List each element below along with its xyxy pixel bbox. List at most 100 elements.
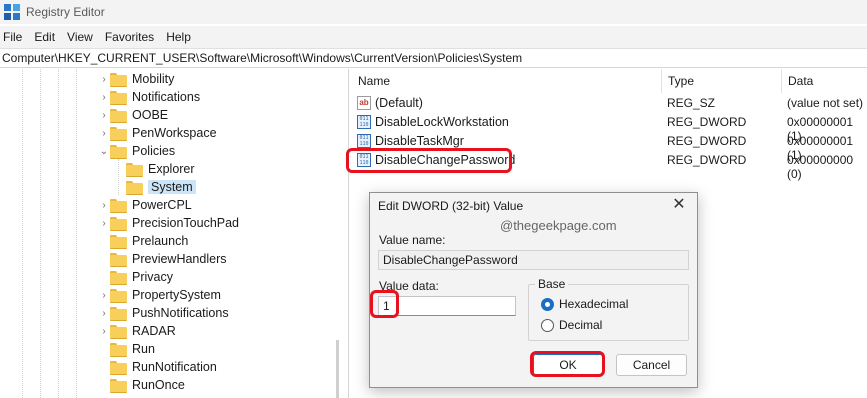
chevron-right-icon[interactable]: › [98,218,110,229]
folder-icon [110,234,127,249]
highlight-box [370,290,399,318]
column-header-data[interactable]: Data [781,69,867,93]
chevron-right-icon[interactable]: › [98,326,110,337]
tree-item-oobe[interactable]: › OOBE [98,106,168,124]
dword-value-icon: 011 110 [357,134,371,148]
value-name: DisableTaskMgr [375,134,464,148]
cancel-button[interactable]: Cancel [616,354,687,376]
folder-icon [110,144,127,159]
value-name-field[interactable]: DisableChangePassword [378,250,689,270]
folder-icon [110,270,127,285]
value-name-label: Value name: [379,233,446,247]
tree-item-runonce[interactable]: RunOnce [98,376,185,394]
highlight-box [530,351,605,377]
chevron-right-icon[interactable]: › [98,92,110,103]
radio-hexadecimal[interactable]: Hexadecimal [541,297,628,311]
radio-decimal[interactable]: Decimal [541,318,602,332]
chevron-right-icon[interactable]: › [98,74,110,85]
tree-item-label: PrecisionTouchPad [132,216,240,230]
tree-item-policies[interactable]: ⌄ Policies [98,142,175,160]
column-header-type[interactable]: Type [661,69,781,93]
value-type: REG_DWORD [667,153,747,167]
tree-item-run[interactable]: Run [98,340,155,358]
tree-item-precisiontouchpad[interactable]: › PrecisionTouchPad [98,214,239,232]
folder-icon [110,90,127,105]
tree-item-label: RADAR [132,324,176,338]
folder-icon [110,378,127,393]
menu-view[interactable]: View [64,30,100,44]
folder-icon [110,72,127,87]
tree-item-label: Notifications [132,90,201,104]
chevron-right-icon[interactable]: › [98,290,110,301]
pane-splitter[interactable] [336,340,339,398]
base-groupbox: Base Hexadecimal Decimal [528,277,689,341]
highlight-box [346,148,512,173]
tree-item-propertysystem[interactable]: › PropertySystem [98,286,221,304]
radio-decimal-label: Decimal [559,318,603,332]
menu-bar: File Edit View Favorites Help [0,26,867,48]
value-data: 0x00000000 (0) [787,153,854,181]
tree-item-powercpl[interactable]: › PowerCPL [98,196,192,214]
menu-help[interactable]: Help [163,30,198,44]
tree-item-penworkspace[interactable]: › PenWorkspace [98,124,217,142]
folder-icon [110,288,127,303]
tree-guide-line [40,69,41,398]
tree-item-runnotification[interactable]: RunNotification [98,358,217,376]
folder-icon [110,324,127,339]
base-label: Base [535,277,569,291]
chevron-right-icon[interactable]: › [98,128,110,139]
chevron-right-icon[interactable]: › [98,308,110,319]
chevron-right-icon[interactable]: › [98,110,110,121]
value-type: REG_SZ [667,96,716,110]
tree-item-label: Mobility [132,72,175,86]
radio-hexadecimal-label: Hexadecimal [559,297,629,311]
tree-item-previewhandlers[interactable]: PreviewHandlers [98,250,226,268]
chevron-right-icon[interactable]: › [98,200,110,211]
tree-guide-line [58,69,59,398]
watermark: @thegeekpage.com [500,218,617,233]
value-row[interactable]: 011 110 DisableLockWorkstation REG_DWORD… [349,113,867,143]
tree-item-label: PushNotifications [132,306,229,320]
tree-item-system[interactable]: System [114,178,196,196]
menu-file[interactable]: File [0,30,29,44]
radio-unchecked-icon [541,318,554,332]
value-type: REG_DWORD [667,134,747,148]
registry-key-tree: › Mobility › Notifications › OOBE › PenWorks… [0,69,347,398]
folder-icon [110,360,127,375]
value-name: DisableLockWorkstation [375,115,509,129]
value-row[interactable]: ab (Default) REG_SZ (value not set) [349,94,867,113]
tree-guide-line [22,69,23,398]
tree-item-pushnotifications[interactable]: › PushNotifications [98,304,229,322]
value-name: (Default) [375,96,423,110]
menu-edit[interactable]: Edit [31,30,62,44]
tree-item-radar[interactable]: › RADAR [98,322,176,340]
folder-icon [110,216,127,231]
tree-item-label: PenWorkspace [132,126,217,140]
tree-item-label: Privacy [132,270,173,284]
chevron-down-icon[interactable]: ⌄ [98,146,110,157]
dialog-title: Edit DWORD (32-bit) Value [378,199,524,213]
folder-icon [110,198,127,213]
tree-item-label: PreviewHandlers [132,252,227,266]
close-icon[interactable]: ✕ [669,195,689,215]
column-header-name[interactable]: Name [358,69,390,93]
folder-icon [110,342,127,357]
folder-icon [126,180,143,195]
tree-item-prelaunch[interactable]: Prelaunch [98,232,188,250]
value-data: (value not set) [787,96,864,110]
tree-item-label: PropertySystem [132,288,221,302]
tree-item-label: Prelaunch [132,234,189,248]
tree-item-privacy[interactable]: Privacy [98,268,173,286]
menu-favorites[interactable]: Favorites [102,30,161,44]
dword-value-icon: 011 110 [357,115,371,129]
folder-icon [110,306,127,321]
tree-item-explorer[interactable]: Explorer [114,160,195,178]
tree-item-label: OOBE [132,108,169,122]
tree-item-label: RunOnce [132,378,185,392]
tree-item-label: Explorer [148,162,195,176]
tree-item-label: PowerCPL [132,198,192,212]
address-bar[interactable]: Computer\HKEY_CURRENT_USER\Software\Micr… [0,48,867,68]
tree-item-notifications[interactable]: › Notifications [98,88,200,106]
window-title: Registry Editor [26,5,105,19]
tree-item-mobility[interactable]: › Mobility [98,70,174,88]
